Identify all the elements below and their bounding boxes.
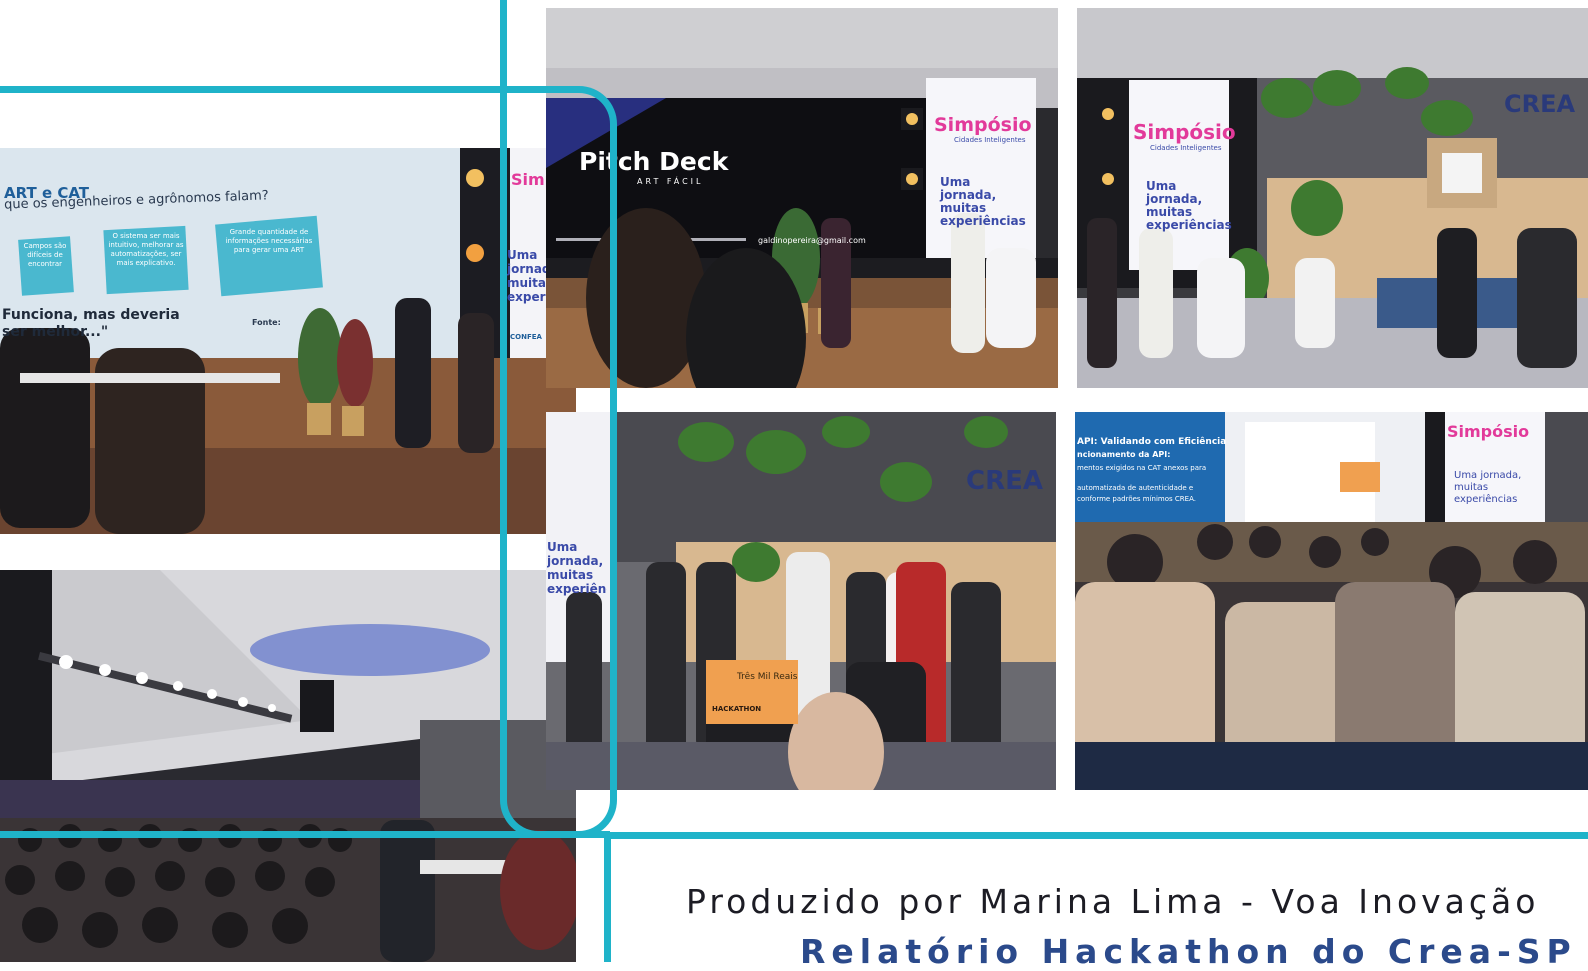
check-event: HACKATHON xyxy=(712,705,762,713)
banner-title-pitch: Simpósio xyxy=(934,114,1032,136)
wall-brand-team: CREA xyxy=(966,466,1043,496)
banner-text-panel: Uma jornada, muitas experiências xyxy=(1146,179,1232,232)
accent-line-vertical-top xyxy=(500,0,507,92)
pitch-subtitle: ART FÁCIL xyxy=(637,177,704,186)
credit-text: Produzido por Marina Lima - Voa Inovação xyxy=(686,882,1540,921)
api-slide-line-4: automatizada de autenticidade e xyxy=(1077,484,1194,492)
report-title: Relatório Hackathon do Crea-SP xyxy=(800,932,1577,971)
wall-brand-panel: CREA xyxy=(1504,90,1576,118)
accent-line-vertical-bottom xyxy=(604,832,611,962)
api-slide-line-5: conforme padrões mínimos CREA. xyxy=(1077,495,1196,503)
banner-subtitle-pitch: Cidades Inteligentes xyxy=(954,136,1026,144)
api-slide-line-3: mentos exigidos na CAT anexos para xyxy=(1077,464,1207,472)
accent-frame-inner xyxy=(500,86,610,838)
banner-text-pitch: Uma jornada, muitas experiências xyxy=(940,175,1026,228)
banner-text-api: Uma jornada, muitas experiências xyxy=(1454,470,1522,505)
banner-title-panel: Simpósio xyxy=(1133,120,1236,144)
pitch-url: galdinopereira@gmail.com xyxy=(758,236,866,245)
accent-line-horizontal-bottom xyxy=(604,832,1588,839)
api-slide-line-1: API: Validando com Eficiência xyxy=(1077,437,1227,447)
banner-title-api: Simpósio xyxy=(1447,422,1530,441)
banner-subtitle-panel: Cidades Inteligentes xyxy=(1150,144,1222,152)
check-amount: Três Mil Reais xyxy=(737,672,798,682)
api-slide-line-2: ncionamento da API: xyxy=(1077,450,1171,459)
